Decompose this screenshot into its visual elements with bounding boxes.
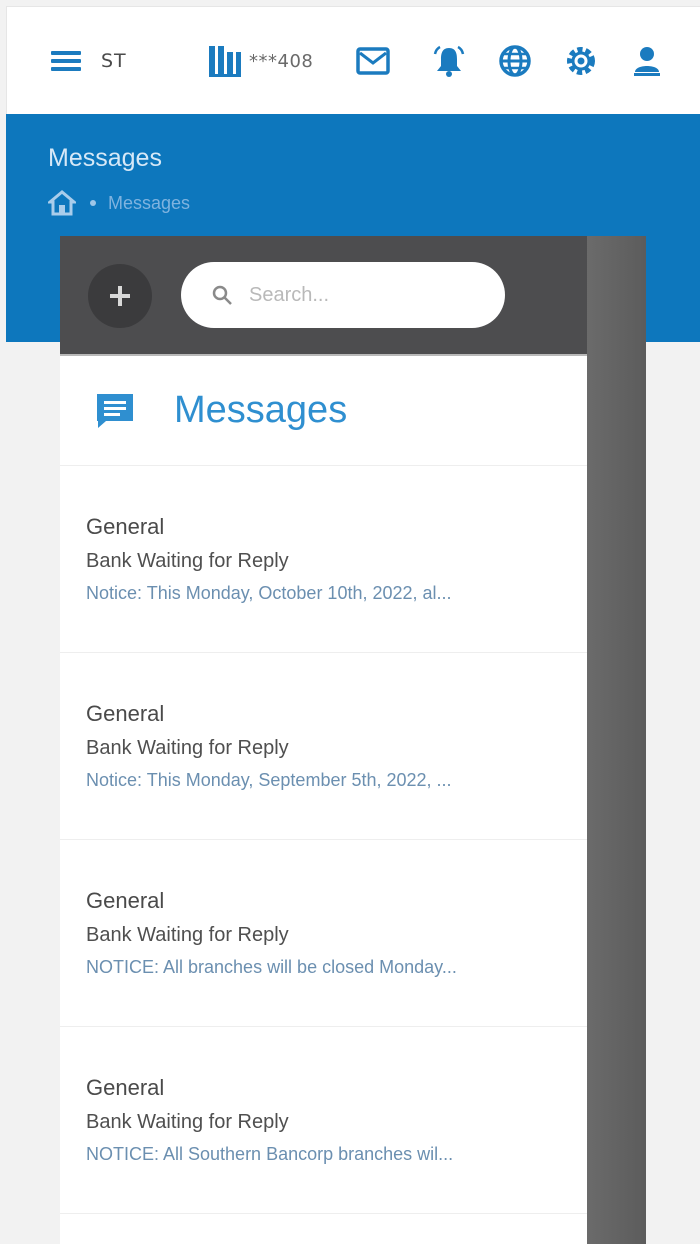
panel-toolbar — [60, 236, 587, 356]
panel-title: Messages — [174, 389, 348, 431]
message-list-item[interactable]: General Bank Waiting for Reply NOTICE: A… — [60, 840, 587, 1027]
message-status: Bank Waiting for Reply — [86, 1111, 289, 1133]
user-initials[interactable]: ST — [101, 7, 127, 115]
profile-button[interactable] — [627, 7, 667, 115]
globe-icon — [499, 45, 531, 77]
user-icon — [634, 47, 660, 76]
breadcrumb: Messages — [48, 190, 190, 216]
menu-icon — [51, 51, 81, 71]
message-category: General — [86, 1075, 165, 1100]
bank-icon — [209, 46, 241, 77]
mail-icon — [356, 47, 390, 75]
message-status: Bank Waiting for Reply — [86, 550, 289, 572]
message-preview: Notice: This Monday, September 5th, 2022… — [86, 770, 452, 790]
message-preview: Notice: This Monday, October 10th, 2022,… — [86, 583, 452, 603]
message-list-item[interactable]: General Bank Waiting for Reply Notice: T… — [60, 653, 587, 840]
panel-edge — [586, 236, 646, 1244]
new-message-button[interactable] — [88, 264, 152, 328]
message-category: General — [86, 701, 165, 726]
panel-header: Messages — [60, 356, 587, 466]
message-status: Bank Waiting for Reply — [86, 737, 289, 759]
message-icon — [97, 393, 133, 428]
message-category: General — [86, 888, 165, 913]
page-title: Messages — [48, 144, 162, 172]
account-selector[interactable]: ***408 — [207, 7, 313, 115]
message-category: General — [86, 514, 165, 539]
breadcrumb-current: Messages — [108, 192, 191, 213]
mail-button[interactable] — [353, 7, 393, 115]
bell-icon — [433, 45, 465, 77]
message-status: Bank Waiting for Reply — [86, 924, 289, 946]
search-icon — [212, 285, 232, 305]
language-button[interactable] — [495, 7, 535, 115]
menu-button[interactable] — [51, 7, 81, 115]
plus-icon — [110, 286, 130, 306]
message-list-item[interactable]: General Bank Waiting for Reply NOTICE: A… — [60, 1027, 587, 1214]
breadcrumb-separator — [90, 200, 96, 206]
top-navigation-bar: ST ***408 — [6, 6, 700, 114]
messages-panel: Messages General Bank Waiting for Reply … — [60, 236, 587, 1244]
message-list: General Bank Waiting for Reply Notice: T… — [60, 466, 587, 1214]
search-box[interactable] — [181, 262, 505, 328]
search-input[interactable] — [249, 283, 469, 307]
home-icon[interactable] — [48, 190, 76, 216]
notifications-button[interactable] — [429, 7, 469, 115]
message-preview: NOTICE: All branches will be closed Mond… — [86, 957, 457, 977]
message-list-item[interactable]: General Bank Waiting for Reply Notice: T… — [60, 466, 587, 653]
gear-icon — [567, 47, 595, 75]
account-number: ***408 — [249, 50, 314, 72]
message-preview: NOTICE: All Southern Bancorp branches wi… — [86, 1144, 454, 1164]
settings-button[interactable] — [561, 7, 601, 115]
